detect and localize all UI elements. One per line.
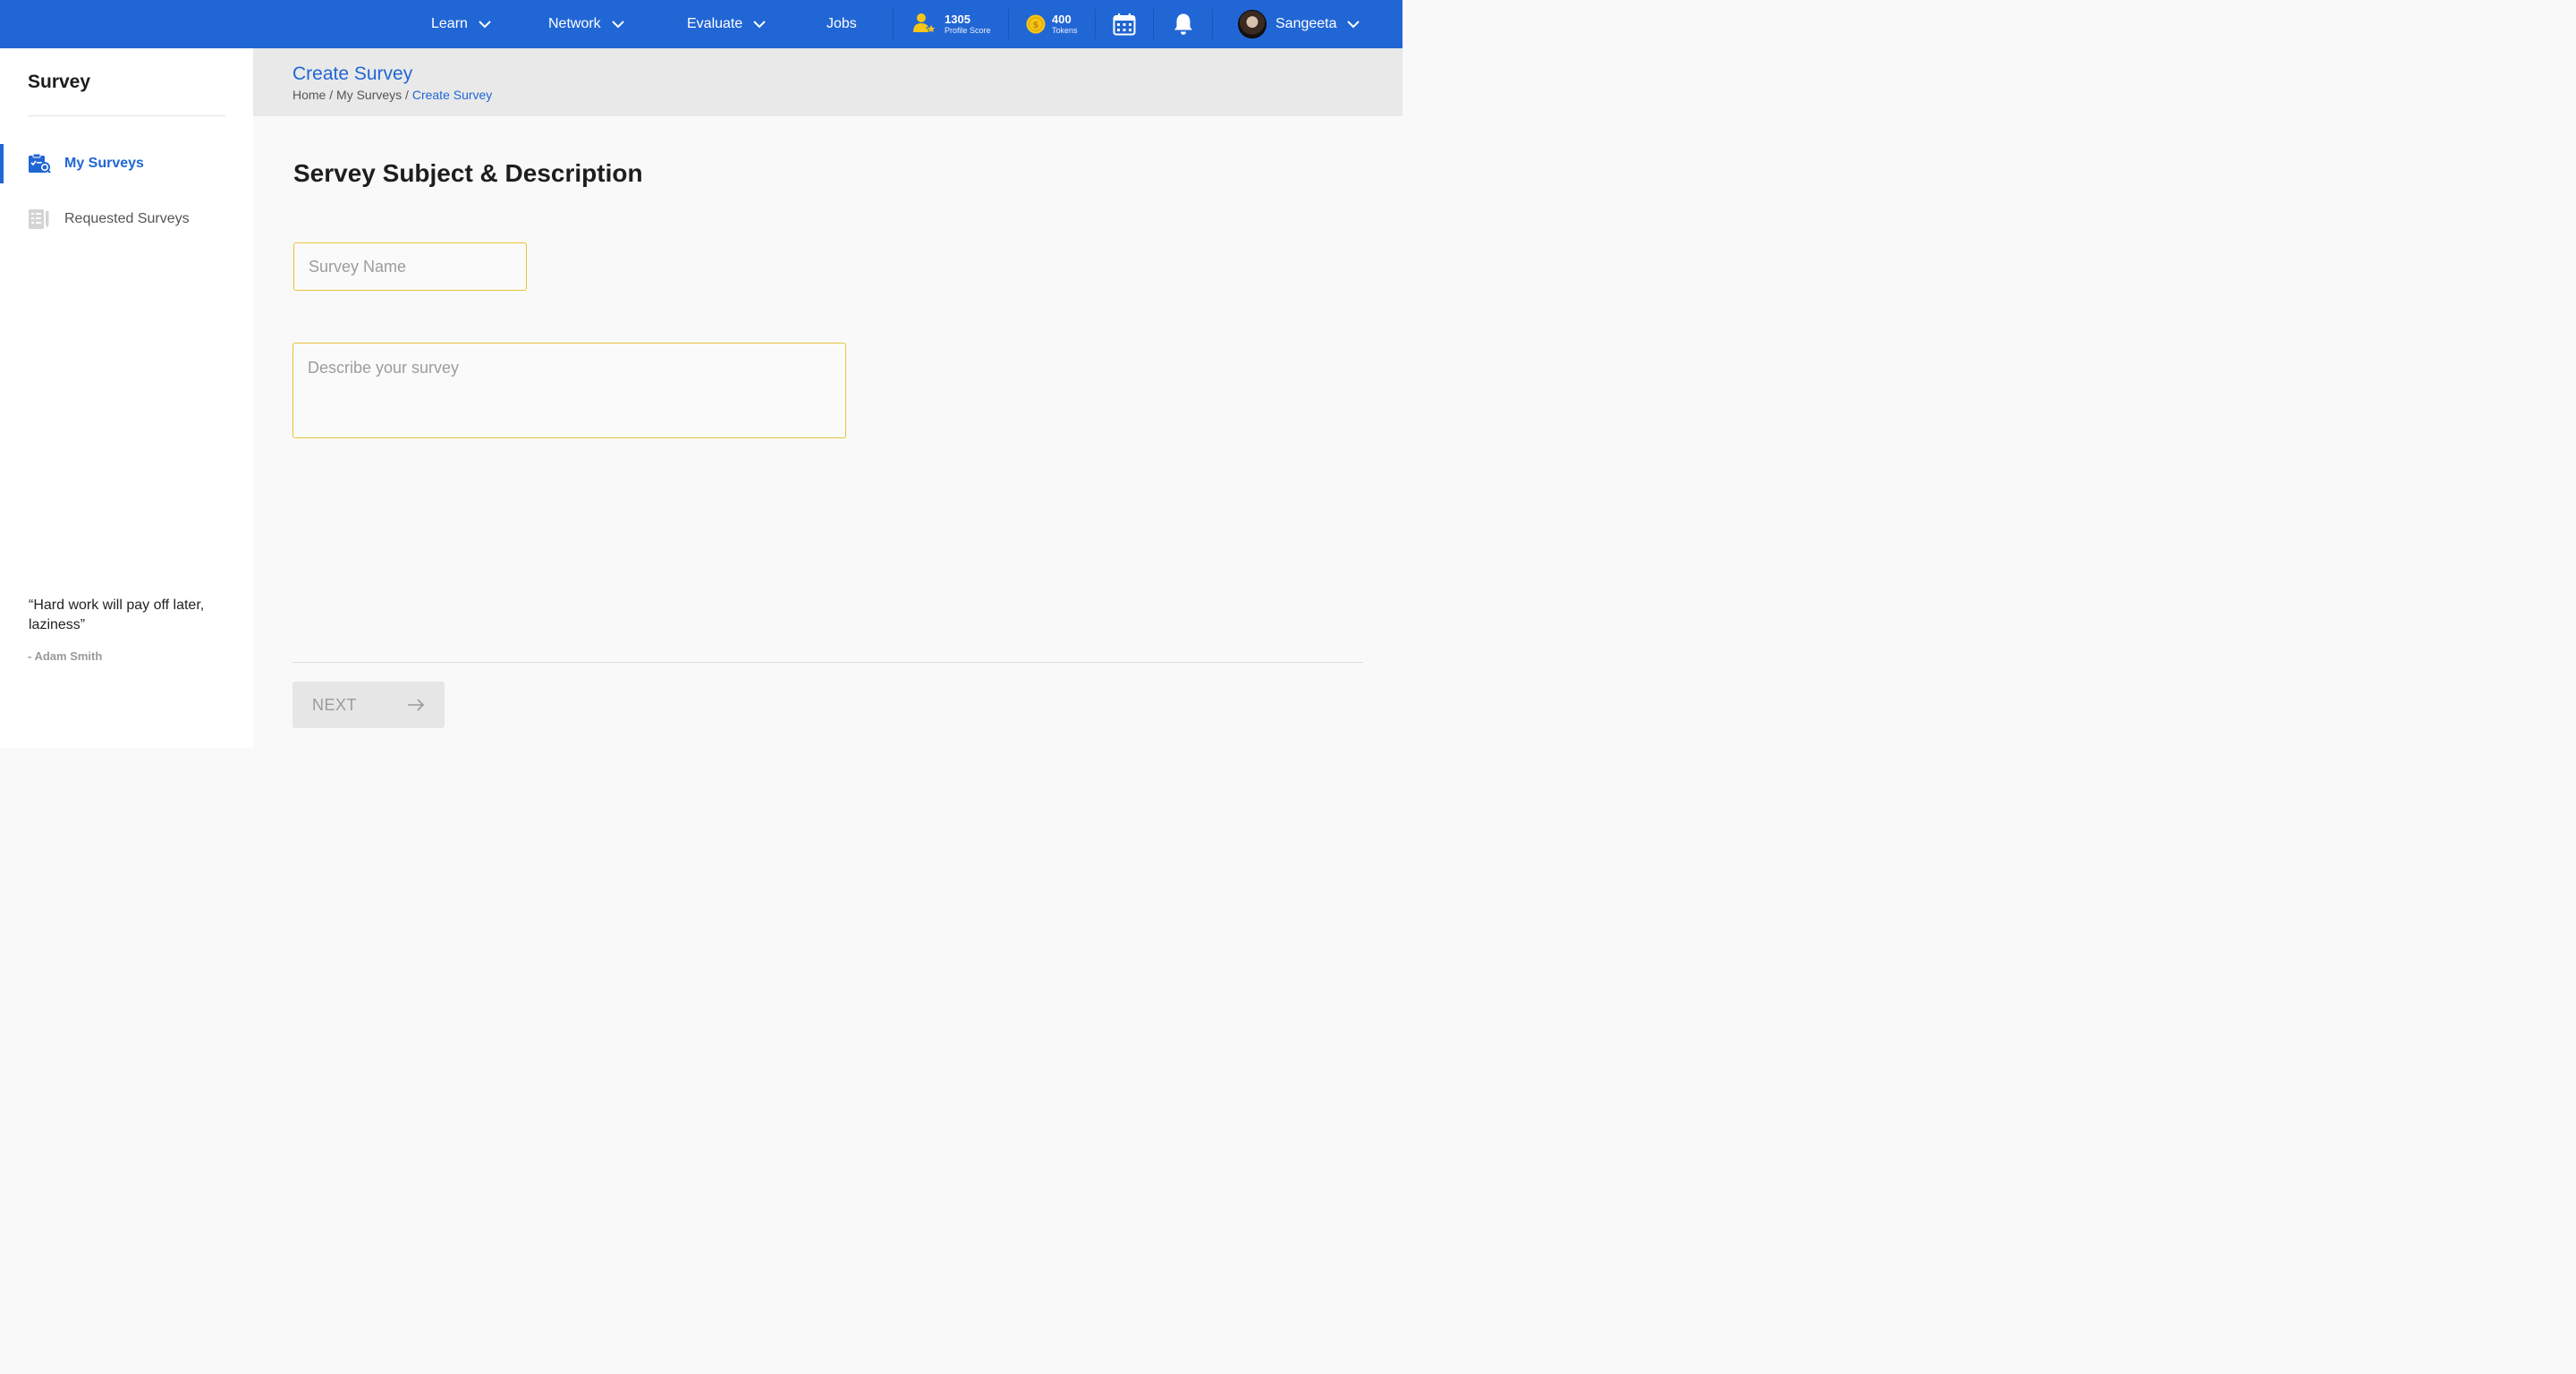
tokens-value: 400 <box>1052 12 1072 26</box>
nav-divider <box>1153 9 1154 39</box>
breadcrumb-current: Create Survey <box>411 88 493 102</box>
sidebar-item-label: Requested Surveys <box>64 211 190 226</box>
breadcrumb: Home / My Surveys / Create Survey <box>292 88 492 102</box>
calendar-button[interactable] <box>1113 0 1136 48</box>
page-title: Create Survey <box>292 64 413 84</box>
nav-divider <box>1212 9 1213 39</box>
breadcrumb-my-surveys[interactable]: My Surveys <box>336 88 402 102</box>
nav-evaluate[interactable]: Evaluate <box>687 0 766 48</box>
footer-divider <box>292 662 1363 663</box>
nav-network[interactable]: Network <box>548 0 624 48</box>
survey-name-input[interactable] <box>293 242 527 291</box>
next-button[interactable]: NEXT <box>292 682 445 728</box>
tokens[interactable]: $ 400 Tokens <box>1026 0 1078 48</box>
profile-score-icon <box>912 13 937 36</box>
coin-icon: $ <box>1026 14 1046 34</box>
profile-score-label: Profile Score <box>945 25 991 35</box>
section-title: Servey Subject & Description <box>293 159 643 187</box>
nav-divider <box>893 9 894 39</box>
requested-surveys-icon <box>28 208 51 230</box>
breadcrumb-separator: / <box>402 88 412 102</box>
survey-description-input[interactable] <box>292 343 846 438</box>
nav-network-label: Network <box>548 16 601 31</box>
chevron-down-icon <box>1346 20 1360 29</box>
chevron-down-icon <box>753 20 766 29</box>
sidebar: Survey My Surveys Requested Surveys “Har… <box>0 48 253 748</box>
breadcrumb-home[interactable]: Home <box>292 88 326 102</box>
my-surveys-icon <box>28 153 51 174</box>
nav-learn-label: Learn <box>431 16 468 31</box>
nav-divider <box>1095 9 1096 39</box>
active-indicator <box>0 144 4 183</box>
sidebar-item-my-surveys[interactable]: My Surveys <box>0 144 253 183</box>
nav-jobs-label: Jobs <box>826 16 857 31</box>
tokens-label: Tokens <box>1052 25 1078 35</box>
user-menu[interactable]: Sangeeta <box>1238 0 1360 48</box>
sidebar-divider <box>28 115 225 116</box>
sidebar-title: Survey <box>28 72 91 92</box>
avatar <box>1238 10 1267 38</box>
chevron-down-icon <box>479 20 491 29</box>
breadcrumb-separator: / <box>326 88 337 102</box>
nav-learn[interactable]: Learn <box>431 0 491 48</box>
top-navigation-bar: Learn Network Evaluate Jobs 1305 Profile <box>0 0 1402 48</box>
arrow-right-icon <box>407 698 425 715</box>
svg-text:$: $ <box>1033 21 1039 30</box>
nav-divider <box>1008 9 1009 39</box>
user-name: Sangeeta <box>1275 16 1337 31</box>
next-button-label: NEXT <box>312 695 358 714</box>
profile-score[interactable]: 1305 Profile Score <box>912 0 991 48</box>
page-header: Create Survey Home / My Surveys / Create… <box>253 48 1402 116</box>
calendar-icon <box>1113 13 1136 36</box>
chevron-down-icon <box>611 20 624 29</box>
nav-jobs[interactable]: Jobs <box>826 0 857 48</box>
sidebar-item-requested-surveys[interactable]: Requested Surveys <box>0 199 253 239</box>
nav-evaluate-label: Evaluate <box>687 16 743 31</box>
notifications-button[interactable] <box>1174 0 1193 48</box>
profile-score-value: 1305 <box>945 12 970 26</box>
bell-icon <box>1174 13 1193 36</box>
sidebar-item-label: My Surveys <box>64 156 144 171</box>
quote-author: - Adam Smith <box>28 649 103 663</box>
quote-text: “Hard work will pay off later, laziness” <box>29 598 205 632</box>
